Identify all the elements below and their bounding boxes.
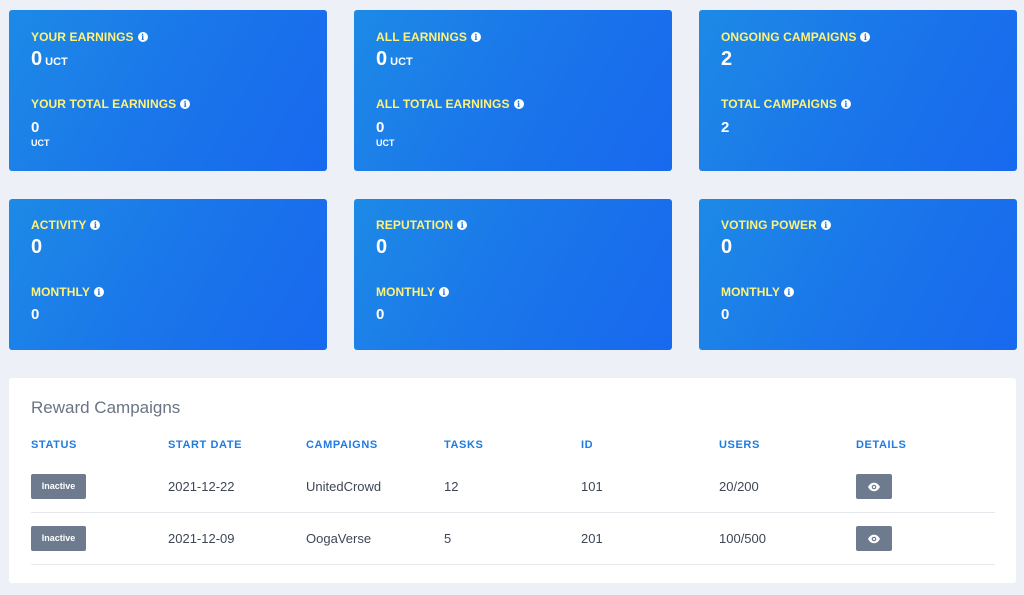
- all-earnings-card: ALL EARNINGS i 0 UCT ALL TOTAL EARNINGS i 0…: [354, 10, 672, 171]
- users-cell: 100/500: [719, 531, 766, 546]
- your-earnings-value: 0 UCT: [31, 48, 68, 70]
- eye-icon: [868, 482, 880, 491]
- your-total-earnings-value: 0: [31, 119, 40, 136]
- activity-label: ACTIVITY i: [31, 218, 101, 232]
- info-icon[interactable]: i: [137, 32, 148, 42]
- info-icon[interactable]: i: [470, 32, 481, 42]
- column-header-id: ID: [581, 439, 594, 451]
- info-icon[interactable]: i: [783, 287, 794, 297]
- column-header-start-date: START DATE: [168, 439, 243, 451]
- view-details-button[interactable]: [856, 474, 892, 499]
- column-header-users: USERS: [719, 439, 760, 451]
- info-icon[interactable]: i: [840, 99, 851, 109]
- column-header-tasks: TASKS: [444, 439, 484, 451]
- voting-power-label: VOTING POWER i: [721, 218, 831, 232]
- reputation-card: REPUTATION i 0 MONTHLY i 0: [354, 199, 672, 350]
- total-campaigns-value: 2: [721, 119, 730, 136]
- info-icon[interactable]: i: [513, 99, 524, 109]
- campaigns-card: ONGOING CAMPAIGNS i 2 TOTAL CAMPAIGNS i 2: [699, 10, 1017, 171]
- reward-campaigns-panel: Reward Campaigns STATUS START DATE CAMPA…: [9, 378, 1016, 583]
- your-earnings-label: YOUR EARNINGS i: [31, 30, 148, 44]
- all-earnings-value: 0 UCT: [376, 48, 413, 70]
- column-header-campaigns: CAMPAIGNS: [306, 439, 378, 451]
- start-date-cell: 2021-12-22: [168, 479, 235, 494]
- activity-value: 0: [31, 236, 43, 258]
- status-badge: Inactive: [31, 474, 86, 499]
- info-icon[interactable]: i: [438, 287, 449, 297]
- eye-icon: [868, 534, 880, 543]
- id-cell: 201: [581, 531, 603, 546]
- your-earnings-card: YOUR EARNINGS i 0 UCT YOUR TOTAL EARNINGS i…: [9, 10, 327, 171]
- reputation-value: 0: [376, 236, 388, 258]
- your-total-earnings-label: YOUR TOTAL EARNINGS i: [31, 97, 191, 111]
- info-icon[interactable]: i: [860, 32, 871, 42]
- column-header-details: DETAILS: [856, 439, 907, 451]
- campaign-cell: OogaVerse: [306, 531, 372, 546]
- panel-title: Reward Campaigns: [31, 398, 181, 417]
- activity-monthly-value: 0: [31, 306, 40, 323]
- id-cell: 101: [581, 479, 603, 494]
- reputation-monthly-value: 0: [376, 306, 385, 323]
- all-earnings-label: ALL EARNINGS i: [376, 30, 481, 44]
- column-header-status: STATUS: [31, 439, 77, 451]
- all-total-earnings-unit: UCT: [376, 138, 395, 148]
- all-total-earnings-label: ALL TOTAL EARNINGS i: [376, 97, 524, 111]
- ongoing-campaigns-value: 2: [721, 48, 733, 70]
- campaign-cell: UnitedCrowd: [306, 479, 382, 494]
- start-date-cell: 2021-12-09: [168, 531, 235, 546]
- tasks-cell: 12: [444, 479, 459, 494]
- ongoing-campaigns-label: ONGOING CAMPAIGNS i: [721, 30, 871, 44]
- info-icon[interactable]: i: [457, 220, 468, 230]
- status-badge: Inactive: [31, 526, 86, 551]
- info-icon[interactable]: i: [93, 287, 104, 297]
- voting-power-value: 0: [721, 236, 733, 258]
- activity-monthly-label: MONTHLY i: [31, 285, 104, 299]
- view-details-button[interactable]: [856, 526, 892, 551]
- info-icon[interactable]: i: [180, 99, 191, 109]
- all-total-earnings-value: 0: [376, 119, 385, 136]
- reputation-monthly-label: MONTHLY i: [376, 285, 449, 299]
- info-icon[interactable]: i: [90, 220, 101, 230]
- voting-power-monthly-value: 0: [721, 306, 730, 323]
- voting-power-card: VOTING POWER i 0 MONTHLY i 0: [699, 199, 1017, 350]
- reputation-label: REPUTATION i: [376, 218, 468, 232]
- activity-card: ACTIVITY i 0 MONTHLY i 0: [9, 199, 327, 350]
- total-campaigns-label: TOTAL CAMPAIGNS i: [721, 97, 851, 111]
- tasks-cell: 5: [444, 531, 452, 546]
- your-total-earnings-unit: UCT: [31, 138, 50, 148]
- table-row: Inactive 2021-12-22 UnitedCrowd 12 101 2…: [31, 461, 995, 513]
- table-row: Inactive 2021-12-09 OogaVerse 5 201 100/…: [31, 513, 995, 565]
- voting-power-monthly-label: MONTHLY i: [721, 285, 794, 299]
- users-cell: 20/200: [719, 479, 759, 494]
- info-icon[interactable]: i: [820, 220, 831, 230]
